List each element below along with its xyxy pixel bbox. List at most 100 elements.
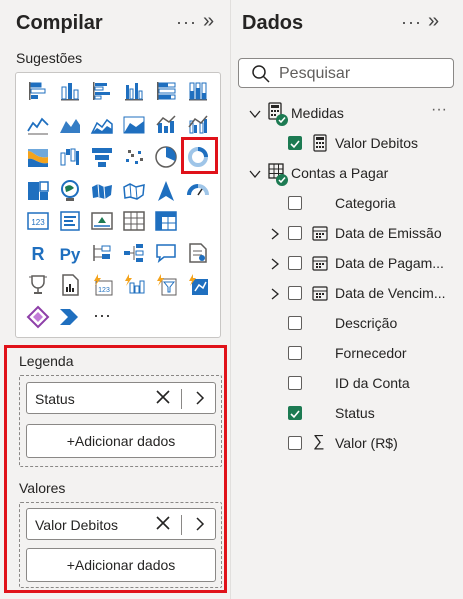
search-input[interactable]: Pesquisar <box>279 65 350 83</box>
chevron-right-icon[interactable] <box>269 257 281 270</box>
table-more-icon[interactable]: ··· <box>431 101 447 119</box>
stacked-bar-icon[interactable] <box>26 79 50 103</box>
field-data-de-emissao[interactable]: Data de Emissão <box>231 222 463 246</box>
field-data-de-pagamento[interactable]: Data de Pagam... <box>231 252 463 276</box>
stacked-column-icon[interactable] <box>58 79 82 103</box>
chevron-down-icon[interactable] <box>249 107 261 119</box>
field-valor-rs[interactable]: ∑ Valor (R$) <box>231 432 463 456</box>
data-more-options-icon[interactable]: ··· <box>401 12 422 33</box>
svg-text:123: 123 <box>31 218 45 227</box>
line-chart-icon[interactable] <box>26 113 50 137</box>
waterfall-icon[interactable] <box>58 145 82 169</box>
build-more-options-icon[interactable]: ··· <box>176 12 197 33</box>
pie-chart-icon[interactable] <box>154 145 178 169</box>
add-data-button-legend[interactable]: +Adicionar dados <box>26 424 216 458</box>
more-visuals-icon[interactable]: ··· <box>90 305 114 329</box>
svg-text:R: R <box>32 244 45 264</box>
chevron-right-icon[interactable] <box>269 287 281 300</box>
python-visual-icon[interactable]: Py <box>58 241 82 265</box>
table-contas-a-pagar[interactable]: Contas a Pagar <box>231 162 463 186</box>
stacked-area-icon[interactable] <box>90 113 114 137</box>
line-stacked-column-icon[interactable] <box>154 113 178 137</box>
values-field-pill[interactable]: Valor Debitos <box>26 508 216 540</box>
clustered-column-icon[interactable] <box>122 79 146 103</box>
field-checkbox[interactable] <box>288 136 302 150</box>
multi-row-card-icon[interactable] <box>58 209 82 233</box>
table-icon <box>267 162 291 191</box>
100-stacked-bar-icon[interactable] <box>154 79 178 103</box>
legend-field-pill[interactable]: Status <box>26 382 216 414</box>
build-collapse-icon[interactable]: » <box>203 10 215 33</box>
key-influencers-icon[interactable] <box>90 241 114 265</box>
filter-icon[interactable] <box>154 273 178 297</box>
field-fornecedor[interactable]: Fornecedor <box>231 342 463 366</box>
power-apps-app-icon[interactable] <box>26 305 50 329</box>
data-pane-title: Dados <box>242 12 304 34</box>
calendar-icon <box>312 285 328 304</box>
remove-field-icon[interactable] <box>155 389 171 405</box>
chevron-right-icon[interactable] <box>269 227 281 240</box>
scatter-icon[interactable] <box>122 145 146 169</box>
legend-field-name: Status <box>35 391 75 407</box>
field-categoria[interactable]: Categoria <box>231 192 463 216</box>
field-status[interactable]: Status <box>231 402 463 426</box>
power-automate-icon[interactable] <box>122 273 146 297</box>
search-box[interactable]: Pesquisar <box>238 58 454 88</box>
legend-well[interactable]: Status +Adicionar dados <box>19 375 222 467</box>
svg-text:Py: Py <box>60 245 81 264</box>
remove-field-icon[interactable] <box>155 515 171 531</box>
field-checkbox[interactable] <box>288 406 302 420</box>
values-field-name: Valor Debitos <box>35 517 119 533</box>
field-checkbox[interactable] <box>288 376 302 390</box>
chevron-right-icon[interactable] <box>193 516 207 532</box>
100-stacked-column-icon[interactable] <box>186 79 210 103</box>
matrix-icon[interactable] <box>154 209 178 233</box>
field-checkbox[interactable] <box>288 436 302 450</box>
power-automate-flow-icon[interactable] <box>58 305 82 329</box>
smart-narrative-icon[interactable] <box>186 241 210 265</box>
map-icon[interactable] <box>58 179 82 203</box>
gauge-icon[interactable] <box>186 179 210 203</box>
chevron-right-icon[interactable] <box>193 390 207 406</box>
shape-map-icon[interactable] <box>122 179 146 203</box>
paginated-report-icon[interactable] <box>58 273 82 297</box>
field-data-de-vencimento[interactable]: Data de Vencim... <box>231 282 463 306</box>
field-id-da-conta[interactable]: ID da Conta <box>231 372 463 396</box>
field-valor-debitos[interactable]: Valor Debitos <box>231 132 463 156</box>
add-data-button-values[interactable]: +Adicionar dados <box>26 548 216 582</box>
arcgis-icon[interactable] <box>186 273 210 297</box>
field-descricao[interactable]: Descrição <box>231 312 463 336</box>
data-collapse-icon[interactable]: » <box>428 10 440 33</box>
kpi-icon[interactable] <box>90 209 114 233</box>
card-icon[interactable]: 123 <box>26 209 50 233</box>
field-checkbox[interactable] <box>288 256 302 270</box>
field-checkbox[interactable] <box>288 286 302 300</box>
line-clustered-column-icon[interactable] <box>186 113 210 137</box>
azure-map-icon[interactable] <box>154 179 178 203</box>
chevron-down-icon[interactable] <box>249 167 261 179</box>
decomposition-tree-icon[interactable] <box>122 241 146 265</box>
clustered-bar-icon[interactable] <box>90 79 114 103</box>
field-checkbox[interactable] <box>288 316 302 330</box>
field-checkbox[interactable] <box>288 346 302 360</box>
field-checkbox[interactable] <box>288 226 302 240</box>
measures-table-icon <box>267 102 291 131</box>
power-apps-icon[interactable]: 123 <box>90 273 114 297</box>
field-checkbox[interactable] <box>288 196 302 210</box>
goals-icon[interactable] <box>26 273 50 297</box>
suggestions-label: Sugestões <box>16 50 83 66</box>
treemap-icon[interactable] <box>26 179 50 203</box>
selected-visual-highlight <box>181 137 218 174</box>
values-well[interactable]: Valor Debitos +Adicionar dados <box>19 502 222 588</box>
100-stacked-area-icon[interactable] <box>122 113 146 137</box>
funnel-icon[interactable] <box>90 145 114 169</box>
table-medidas[interactable]: Medidas ··· <box>231 101 463 126</box>
qa-icon[interactable] <box>154 241 178 265</box>
r-visual-icon[interactable]: R <box>26 241 50 265</box>
calendar-icon <box>312 255 328 274</box>
ribbon-chart-icon[interactable] <box>26 145 50 169</box>
filled-map-icon[interactable] <box>90 179 114 203</box>
area-chart-icon[interactable] <box>58 113 82 137</box>
table-icon[interactable] <box>122 209 146 233</box>
build-pane-title: Compilar <box>16 12 103 34</box>
